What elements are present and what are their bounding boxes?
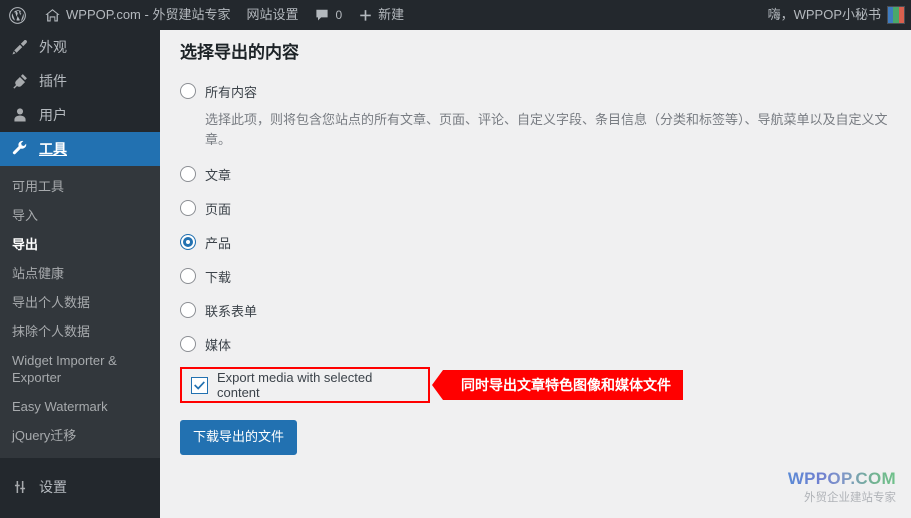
submenu-item-available-tools[interactable]: 可用工具 xyxy=(0,172,160,201)
download-export-file-button[interactable]: 下载导出的文件 xyxy=(180,420,298,455)
watermark: WPPOP.COM 外贸企业建站专家 xyxy=(788,469,896,506)
comments-menu[interactable]: 0 xyxy=(306,0,350,30)
sidebar-item-settings[interactable]: 设置 xyxy=(0,470,160,504)
plus-icon xyxy=(358,8,373,23)
radio-option-posts[interactable]: 文章 xyxy=(180,163,891,185)
site-name-label: WPPOP.com - 外贸建站专家 xyxy=(66,7,231,22)
submenu-item-site-health[interactable]: 站点健康 xyxy=(0,259,160,288)
settings-sliders-icon xyxy=(10,478,30,496)
sidebar-item-label: 插件 xyxy=(39,73,67,89)
sidebar-item-users[interactable]: 用户 xyxy=(0,98,160,132)
avatar xyxy=(887,6,905,24)
my-account-menu[interactable]: 嗨，WPPOP小秘书 xyxy=(768,0,911,30)
radio-indicator-selected[interactable] xyxy=(180,234,196,251)
sidebar-item-label: 设置 xyxy=(39,479,67,495)
wordpress-logo-icon xyxy=(8,6,27,25)
radio-option-all-content[interactable]: 所有内容 xyxy=(180,80,891,102)
export-media-checkbox[interactable] xyxy=(191,376,208,394)
radio-indicator[interactable] xyxy=(180,336,196,353)
radio-option-label: 产品 xyxy=(205,235,232,251)
radio-option-label: 文章 xyxy=(205,167,232,183)
page-title: 选择导出的内容 xyxy=(180,43,299,62)
radio-option-label: 联系表单 xyxy=(205,303,258,319)
radio-indicator[interactable] xyxy=(180,166,196,183)
appearance-brush-icon xyxy=(10,38,30,56)
users-person-icon xyxy=(10,106,30,124)
tools-submenu: 可用工具 导入 导出 站点健康 导出个人数据 抹除个人数据 Widget Imp… xyxy=(0,166,160,458)
export-media-row: Export media with selected content 同时导出文… xyxy=(180,367,891,404)
sidebar-item-plugins[interactable]: 插件 xyxy=(0,64,160,98)
site-name-menu[interactable]: WPPOP.com - 外贸建站专家 xyxy=(36,0,238,30)
home-icon xyxy=(44,7,61,24)
site-settings-menu[interactable]: 网站设置 xyxy=(238,0,306,30)
radio-option-pages[interactable]: 页面 xyxy=(180,197,891,219)
main-content: 选择导出的内容 所有内容 选择此项，则将包含您站点的所有文章、页面、评论、自定义… xyxy=(160,30,911,518)
radio-option-label: 媒体 xyxy=(205,337,232,353)
new-content-label: 新建 xyxy=(378,7,405,22)
sidebar-item-appearance[interactable]: 外观 xyxy=(0,30,160,64)
radio-indicator[interactable] xyxy=(180,200,196,217)
submenu-item-erase-personal-data[interactable]: 抹除个人数据 xyxy=(0,317,160,346)
export-media-label: Export media with selected content xyxy=(217,370,373,401)
radio-indicator[interactable] xyxy=(180,302,196,319)
submenu-item-jquery-migrate[interactable]: jQuery迁移 xyxy=(0,421,160,450)
comments-count: 0 xyxy=(335,8,343,22)
radio-option-label: 下载 xyxy=(205,269,232,285)
wordpress-logo-menu[interactable] xyxy=(0,0,36,30)
submenu-item-easy-watermark[interactable]: Easy Watermark xyxy=(0,392,160,421)
sidebar-item-tools[interactable]: 工具 xyxy=(0,132,168,166)
watermark-brand: WPPOP.COM xyxy=(787,468,896,488)
current-menu-arrow-icon xyxy=(160,141,168,157)
export-form: 选择导出的内容 所有内容 选择此项，则将包含您站点的所有文章、页面、评论、自定义… xyxy=(160,30,911,455)
radio-option-contact-forms[interactable]: 联系表单 xyxy=(180,299,891,321)
site-settings-label: 网站设置 xyxy=(246,7,299,22)
submenu-item-widget-importer-exporter[interactable]: Widget Importer & Exporter xyxy=(0,346,160,392)
sidebar-item-label: 用户 xyxy=(39,107,67,123)
new-content-menu[interactable]: 新建 xyxy=(350,0,412,30)
submenu-item-export-personal-data[interactable]: 导出个人数据 xyxy=(0,288,160,317)
watermark-tagline: 外贸企业建站专家 xyxy=(804,491,896,504)
menu-separator xyxy=(0,458,160,470)
radio-option-products[interactable]: 产品 xyxy=(180,231,891,253)
submenu-item-import[interactable]: 导入 xyxy=(0,201,160,230)
radio-option-downloads[interactable]: 下载 xyxy=(180,265,891,287)
admin-bar: WPPOP.com - 外贸建站专家 网站设置 0 新建 嗨，WPPOP小秘书 xyxy=(0,0,911,30)
sidebar-item-label: 外观 xyxy=(39,39,67,55)
radio-option-label: 所有内容 xyxy=(205,84,258,100)
plugins-plug-icon xyxy=(10,72,30,90)
radio-indicator[interactable] xyxy=(180,268,196,285)
radio-indicator[interactable] xyxy=(180,83,196,100)
annotation-callout: 同时导出文章特色图像和媒体文件 xyxy=(432,370,683,401)
wordpress-admin-screen: WPPOP.com - 外贸建站专家 网站设置 0 新建 嗨，WPPOP小秘书 xyxy=(0,0,911,518)
submenu-item-export[interactable]: 导出 xyxy=(0,230,160,259)
sidebar-item-label: 工具 xyxy=(39,141,67,157)
comment-bubble-icon xyxy=(314,7,330,23)
greeting-label: 嗨，WPPOP小秘书 xyxy=(767,7,881,22)
admin-sidebar-menu: 外观 插件 用户 工具 可用工具 导入 导出 站点健康 导出个人数据 抹除个人数… xyxy=(0,30,168,518)
radio-option-media[interactable]: 媒体 xyxy=(180,333,891,355)
export-media-highlight-box: Export media with selected content xyxy=(180,367,430,404)
tools-wrench-icon xyxy=(10,140,30,158)
radio-option-label: 页面 xyxy=(205,201,232,217)
all-content-description: 选择此项，则将包含您站点的所有文章、页面、评论、自定义字段、条目信息（分类和标签… xyxy=(205,112,888,147)
